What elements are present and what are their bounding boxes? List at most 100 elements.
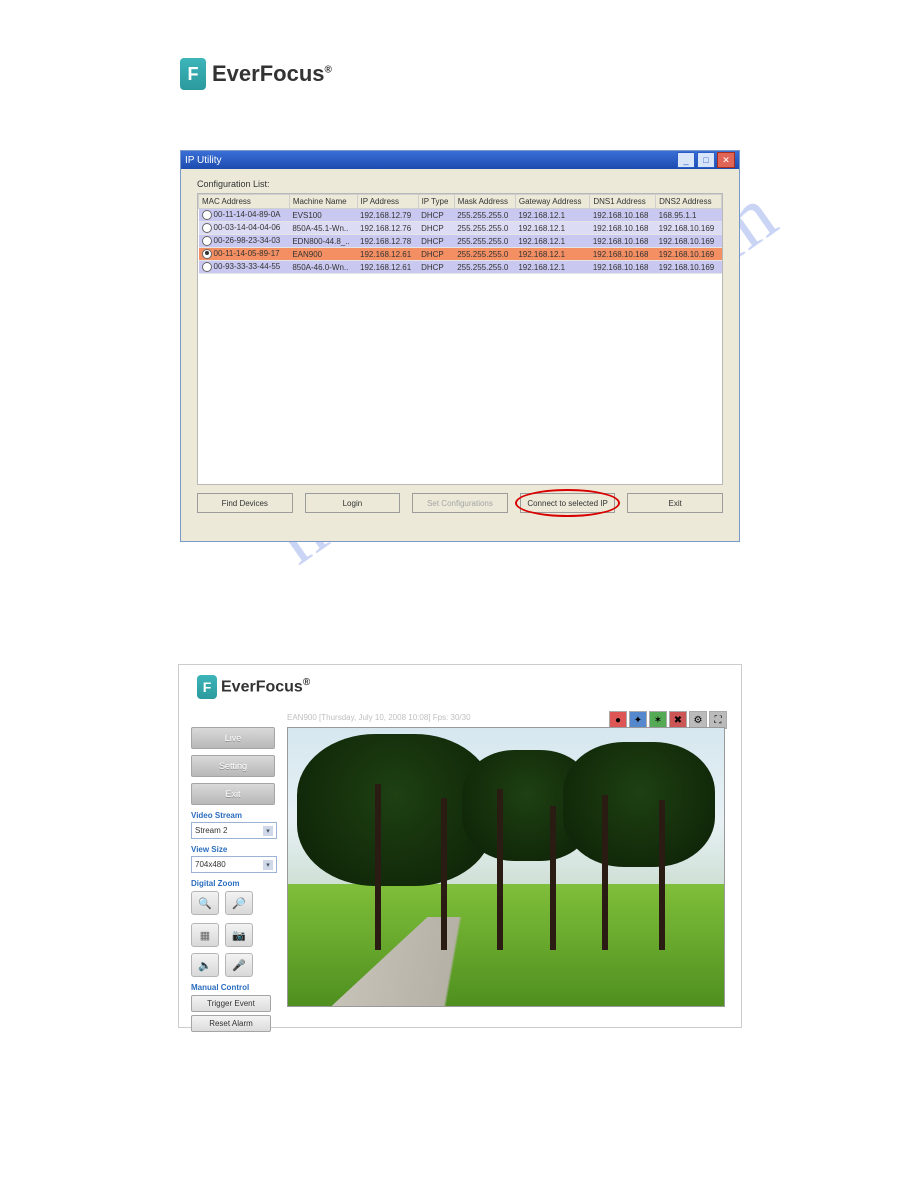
table-cell: DHCP xyxy=(418,222,454,235)
tree-trunk-icon xyxy=(375,784,381,951)
video-stream-select[interactable]: Stream 2 ▾ xyxy=(191,822,277,839)
row-radio-icon[interactable] xyxy=(202,223,212,233)
brand-logo: F EverFocus® xyxy=(180,58,332,90)
minimize-icon[interactable]: _ xyxy=(677,152,695,168)
table-cell: 192.168.10.168 xyxy=(590,248,656,261)
table-cell: 850A-45.1-Wn.. xyxy=(289,222,357,235)
exit-nav-button[interactable]: Exit xyxy=(191,783,275,805)
table-row[interactable]: 00-93-33-33-44-55850A-46.0-Wn.. 192.168.1… xyxy=(199,261,722,274)
table-cell: 192.168.10.169 xyxy=(656,261,722,274)
ip-utility-window: IP Utility _ □ ✕ Configuration List: MAC… xyxy=(180,150,740,542)
device-table[interactable]: MAC AddressMachine NameIP AddressIP Type… xyxy=(197,193,723,485)
window-title: IP Utility xyxy=(185,155,675,166)
manual-control-label: Manual Control xyxy=(191,983,275,992)
column-header[interactable]: DNS1 Address xyxy=(590,195,656,209)
table-cell: 00-93-33-33-44-55 xyxy=(199,261,290,274)
table-cell: 192.168.10.168 xyxy=(590,222,656,235)
table-cell: 192.168.12.1 xyxy=(515,248,589,261)
table-cell: 192.168.10.168 xyxy=(590,261,656,274)
table-cell: DHCP xyxy=(418,248,454,261)
live-button[interactable]: Live xyxy=(191,727,275,749)
table-row[interactable]: 00-11-14-05-89-17EAN900192.168.12.61DHCP… xyxy=(199,248,722,261)
trigger-event-button[interactable]: Trigger Event xyxy=(191,995,271,1012)
tree-trunk-icon xyxy=(441,798,447,951)
table-cell: 192.168.12.78 xyxy=(357,235,418,248)
column-header[interactable]: DNS2 Address xyxy=(656,195,722,209)
tree-trunk-icon xyxy=(659,800,665,950)
table-cell: 192.168.12.76 xyxy=(357,222,418,235)
camera-button[interactable]: 📷 xyxy=(225,923,253,947)
set-configurations-button: Set Configurations xyxy=(412,493,508,513)
table-cell: 192.168.12.1 xyxy=(515,235,589,248)
logo-mark-icon: F xyxy=(197,675,217,699)
login-button[interactable]: Login xyxy=(305,493,401,513)
chevron-down-icon: ▾ xyxy=(263,826,273,836)
connect-button-label: Connect to selected IP xyxy=(527,499,608,508)
row-radio-icon[interactable] xyxy=(202,236,212,246)
grid-view-button[interactable]: ▦ xyxy=(191,923,219,947)
table-cell: DHCP xyxy=(418,235,454,248)
find-devices-button[interactable]: Find Devices xyxy=(197,493,293,513)
mic-button[interactable]: 🎤 xyxy=(225,953,253,977)
video-stream-label: Video Stream xyxy=(191,811,275,820)
table-cell: 255.255.255.0 xyxy=(454,222,515,235)
video-info-line: EAN900 [Thursday, July 10, 2008 10:08] F… xyxy=(287,713,471,722)
table-cell: 255.255.255.0 xyxy=(454,261,515,274)
chevron-down-icon: ▾ xyxy=(263,860,273,870)
table-row[interactable]: 00-11-14-04-89-0AEVS100192.168.12.79DHCP… xyxy=(199,209,722,222)
close-icon[interactable]: ✕ xyxy=(717,152,735,168)
table-cell: 255.255.255.0 xyxy=(454,235,515,248)
tree-trunk-icon xyxy=(497,789,503,950)
titlebar[interactable]: IP Utility _ □ ✕ xyxy=(181,151,739,169)
view-size-select[interactable]: 704x480 ▾ xyxy=(191,856,277,873)
table-cell: EAN900 xyxy=(289,248,357,261)
table-cell: 168.95.1.1 xyxy=(656,209,722,222)
table-cell: EVS100 xyxy=(289,209,357,222)
zoom-out-button[interactable]: 🔎 xyxy=(225,891,253,915)
connect-to-selected-ip-button[interactable]: Connect to selected IP xyxy=(520,493,616,513)
column-header[interactable]: Gateway Address xyxy=(515,195,589,209)
column-header[interactable]: Machine Name xyxy=(289,195,357,209)
view-size-label: View Size xyxy=(191,845,275,854)
column-header[interactable]: Mask Address xyxy=(454,195,515,209)
table-cell: 192.168.10.168 xyxy=(590,235,656,248)
table-row[interactable]: 00-03-14-04-04-06850A-45.1-Wn..192.168.1… xyxy=(199,222,722,235)
digital-zoom-label: Digital Zoom xyxy=(191,879,275,888)
table-cell: DHCP xyxy=(418,261,454,274)
table-cell: EDN800-44.8_.. xyxy=(289,235,357,248)
table-cell: 00-03-14-04-04-06 xyxy=(199,222,290,235)
column-header[interactable]: IP Address xyxy=(357,195,418,209)
web-interface-window: F EverFocus® EAN900 [Thursday, July 10, … xyxy=(178,664,742,1028)
table-cell: 192.168.12.79 xyxy=(357,209,418,222)
maximize-icon[interactable]: □ xyxy=(697,152,715,168)
table-cell: 255.255.255.0 xyxy=(454,209,515,222)
video-preview[interactable] xyxy=(287,727,725,1007)
audio-button[interactable]: 🔈 xyxy=(191,953,219,977)
table-cell: 00-11-14-05-89-17 xyxy=(199,248,290,261)
table-cell: 255.255.255.0 xyxy=(454,248,515,261)
row-radio-icon[interactable] xyxy=(202,210,212,220)
row-radio-icon[interactable] xyxy=(202,262,212,272)
nav-sidebar: Live Setting Exit xyxy=(191,727,275,811)
web-logo: F EverFocus® xyxy=(197,675,310,699)
table-cell: 192.168.10.169 xyxy=(656,248,722,261)
table-cell: 192.168.12.1 xyxy=(515,261,589,274)
foliage-icon xyxy=(563,742,716,867)
configuration-list-label: Configuration List: xyxy=(197,179,739,189)
column-header[interactable]: IP Type xyxy=(418,195,454,209)
zoom-in-button[interactable]: 🔍 xyxy=(191,891,219,915)
column-header[interactable]: MAC Address xyxy=(199,195,290,209)
exit-button[interactable]: Exit xyxy=(627,493,723,513)
table-cell: 00-11-14-04-89-0A xyxy=(199,209,290,222)
view-size-value: 704x480 xyxy=(195,860,226,869)
table-row[interactable]: 00-26-98-23-34-03EDN800-44.8_..192.168.1… xyxy=(199,235,722,248)
table-cell: 850A-46.0-Wn.. xyxy=(289,261,357,274)
table-cell: 192.168.10.169 xyxy=(656,222,722,235)
setting-button[interactable]: Setting xyxy=(191,755,275,777)
table-cell: 192.168.10.169 xyxy=(656,235,722,248)
row-radio-icon[interactable] xyxy=(202,249,212,259)
table-cell: 192.168.12.1 xyxy=(515,222,589,235)
logo-text: EverFocus® xyxy=(212,61,332,87)
reset-alarm-button[interactable]: Reset Alarm xyxy=(191,1015,271,1032)
tree-trunk-icon xyxy=(602,795,608,951)
